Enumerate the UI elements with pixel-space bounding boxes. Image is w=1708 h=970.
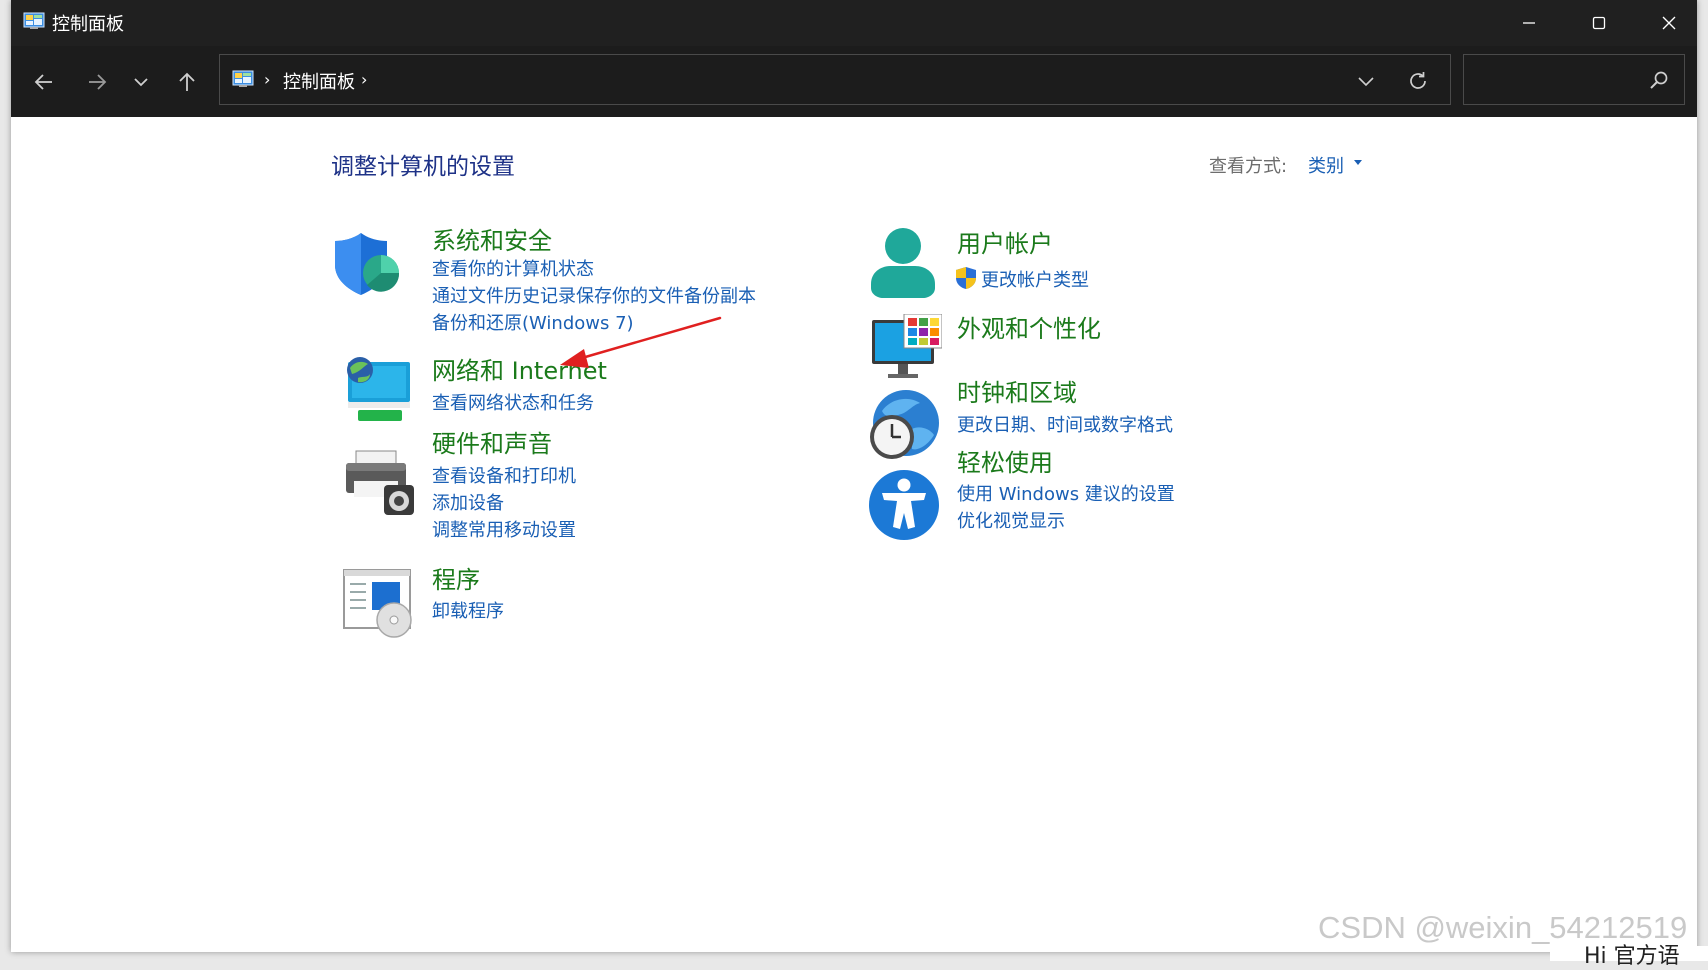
close-icon (1662, 16, 1676, 30)
window-title: 控制面板 (52, 14, 124, 35)
category-title-programs[interactable]: 程序 (432, 560, 480, 595)
link-recommended-settings[interactable]: 使用 Windows 建议的设置 (957, 480, 1175, 506)
minimize-button[interactable] (1496, 0, 1562, 46)
page-title: 调整计算机的设置 (331, 154, 515, 180)
address-bar[interactable]: › 控制面板 › (219, 54, 1451, 105)
category-title-hardware-sound[interactable]: 硬件和声音 (432, 424, 552, 459)
up-button[interactable] (171, 66, 203, 98)
refresh-button[interactable] (1404, 67, 1432, 95)
control-panel-icon (232, 70, 254, 87)
link-uninstall-program[interactable]: 卸载程序 (432, 597, 504, 623)
shield-icon[interactable] (331, 227, 403, 299)
link-optimize-visual-display[interactable]: 优化视觉显示 (957, 507, 1065, 533)
programs-icon[interactable] (342, 566, 414, 638)
breadcrumb-control-panel[interactable]: 控制面板 (283, 68, 355, 94)
content-area: 调整计算机的设置 查看方式: 类别 系统和安全 查看你的计算机状态 通过文件历史… (11, 117, 1697, 952)
link-backup-restore[interactable]: 备份和还原(Windows 7) (432, 309, 634, 335)
refresh-icon (1410, 72, 1426, 89)
link-change-date-time-format[interactable]: 更改日期、时间或数字格式 (957, 411, 1173, 437)
link-change-account-type[interactable]: 更改帐户类型 (981, 266, 1089, 292)
category-title-appearance[interactable]: 外观和个性化 (957, 309, 1101, 344)
breadcrumb-separator[interactable]: › (361, 70, 367, 89)
printer-icon[interactable] (344, 447, 416, 519)
maximize-icon (1592, 16, 1606, 30)
view-by-label: 查看方式: (1209, 156, 1288, 177)
maximize-button[interactable] (1566, 0, 1632, 46)
view-by-dropdown[interactable]: 类别 (1308, 152, 1344, 178)
link-devices-printers[interactable]: 查看设备和打印机 (432, 462, 576, 488)
minimize-icon (1523, 22, 1535, 24)
background-window-text: Hi 官方语 (1584, 944, 1680, 969)
category-title-system-security[interactable]: 系统和安全 (432, 221, 552, 256)
accessibility-icon[interactable] (868, 469, 940, 541)
category-title-user-accounts[interactable]: 用户帐户 (957, 224, 1053, 259)
background-window-snippet: Hi 官方语 (1550, 944, 1708, 969)
back-button[interactable] (28, 66, 60, 98)
link-add-device[interactable]: 添加设备 (432, 489, 504, 515)
search-icon[interactable] (1648, 69, 1670, 91)
breadcrumb-separator[interactable]: › (264, 70, 270, 89)
chevron-down-icon (134, 78, 148, 87)
control-panel-icon (23, 12, 45, 29)
category-title-ease-of-access[interactable]: 轻松使用 (957, 443, 1053, 478)
link-network-status[interactable]: 查看网络状态和任务 (432, 389, 594, 415)
arrow-right-icon (89, 74, 107, 90)
link-view-computer-status[interactable]: 查看你的计算机状态 (432, 255, 594, 281)
category-title-network-internet[interactable]: 网络和 Internet (432, 351, 607, 386)
forward-button[interactable] (81, 66, 113, 98)
title-bar: 控制面板 (11, 0, 1697, 46)
close-button[interactable] (1636, 0, 1702, 46)
clock-globe-icon[interactable] (868, 389, 940, 461)
dropdown-arrow-icon[interactable] (1354, 160, 1362, 165)
uac-shield-icon (956, 267, 976, 289)
personalization-icon[interactable] (870, 314, 942, 386)
arrow-up-icon (179, 72, 195, 91)
arrow-left-icon (34, 74, 52, 90)
control-panel-window: 控制面板 › 控制面板 › 调整计算机的设置 查看方式: 类别 系统和安全 查看… (11, 0, 1697, 952)
category-title-clock-region[interactable]: 时钟和区域 (957, 373, 1077, 408)
recent-locations-button[interactable] (125, 66, 157, 98)
search-box[interactable] (1463, 54, 1685, 105)
user-account-icon[interactable] (867, 226, 939, 298)
address-history-button[interactable] (1352, 67, 1380, 95)
search-input[interactable] (1472, 65, 1646, 95)
link-mobility-settings[interactable]: 调整常用移动设置 (432, 516, 576, 542)
chevron-down-icon (1358, 77, 1374, 87)
navigation-bar: › 控制面板 › (11, 46, 1697, 117)
link-file-history-backup[interactable]: 通过文件历史记录保存你的文件备份副本 (432, 282, 756, 308)
network-icon[interactable] (342, 354, 414, 426)
